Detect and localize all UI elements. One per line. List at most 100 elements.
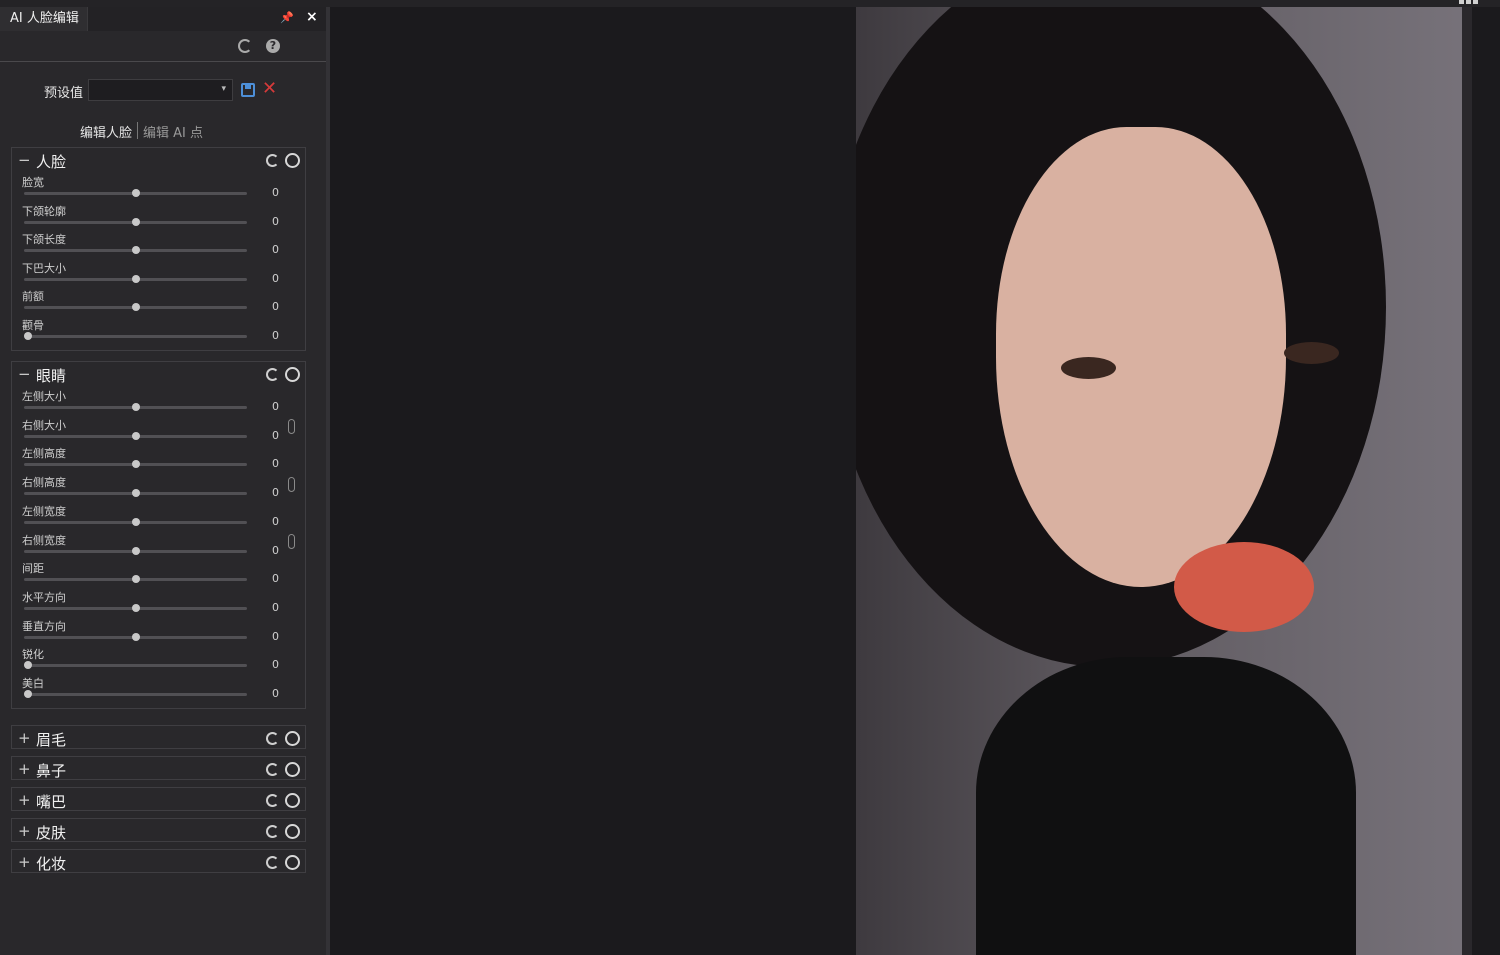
tab-edit-ai-points[interactable]: 编辑 AI 点: [143, 122, 203, 141]
preset-row: 预设值 ▾ ✕: [0, 62, 326, 118]
enable-toggle-icon[interactable]: [285, 824, 300, 839]
expand-icon[interactable]: +: [18, 760, 31, 778]
slider-row: 左侧高度 0: [12, 445, 305, 473]
slider-label: 下巴大小: [22, 261, 66, 275]
slider-knob[interactable]: [131, 632, 140, 641]
delete-preset-icon[interactable]: ✕: [262, 78, 277, 99]
slider-knob[interactable]: [131, 403, 140, 411]
reset-icon[interactable]: [266, 368, 279, 381]
slider-knob[interactable]: [131, 217, 140, 226]
slider-value: 0: [272, 687, 279, 700]
subtab-divider: [137, 122, 138, 139]
slider-label: 下颌长度: [22, 233, 66, 247]
section-header[interactable]: + 鼻子: [12, 757, 305, 781]
slider-knob[interactable]: [24, 690, 32, 698]
reset-icon[interactable]: [266, 825, 279, 838]
enable-toggle-icon[interactable]: [285, 855, 300, 870]
slider-label: 右侧大小: [22, 418, 66, 432]
expand-icon[interactable]: +: [18, 822, 31, 840]
help-icon[interactable]: ?: [266, 39, 280, 53]
link-icon[interactable]: [288, 534, 295, 550]
slider-value: 0: [272, 600, 279, 614]
slider-row: 间距 0: [12, 560, 305, 588]
slider-knob[interactable]: [131, 431, 140, 440]
slider-knob[interactable]: [131, 246, 140, 255]
slider-knob[interactable]: [131, 575, 140, 584]
slider-knob[interactable]: [131, 189, 140, 197]
edit-subtabs: 编辑人脸 编辑 AI 点: [0, 118, 326, 142]
preset-label: 预设值: [44, 86, 84, 101]
slider-knob[interactable]: [131, 517, 140, 526]
photo-lips: [1174, 542, 1314, 632]
slider-knob[interactable]: [131, 274, 140, 283]
expand-icon[interactable]: +: [18, 791, 31, 809]
slider-track[interactable]: [24, 664, 247, 668]
slider-knob[interactable]: [24, 332, 32, 340]
enable-toggle-icon[interactable]: [285, 793, 300, 808]
slider-row: 下颌长度 0: [12, 231, 305, 259]
slider-label: 脸宽: [22, 176, 44, 189]
slider-knob[interactable]: [131, 460, 140, 469]
slider-track[interactable]: [24, 693, 247, 696]
reset-icon[interactable]: [266, 732, 279, 745]
slider-label: 下颌轮廓: [22, 204, 66, 218]
reset-icon[interactable]: [266, 856, 279, 869]
expand-icon[interactable]: +: [18, 853, 31, 871]
panel-tabstrip: AI 人脸编辑 📌 ×: [0, 7, 326, 31]
preset-select[interactable]: ▾: [88, 79, 233, 101]
close-icon[interactable]: ×: [306, 9, 318, 25]
photo-face: [996, 127, 1286, 587]
slider-row: 垂直方向 0: [12, 618, 305, 646]
slider-knob[interactable]: [131, 489, 140, 498]
section-header[interactable]: − 眼睛: [12, 362, 305, 388]
section-header[interactable]: − 人脸: [12, 148, 305, 174]
panel-tab-title[interactable]: AI 人脸编辑: [0, 7, 88, 31]
slider-knob[interactable]: [131, 603, 140, 612]
tab-edit-face[interactable]: 编辑人脸: [80, 122, 132, 141]
section-6: + 化妆: [11, 849, 306, 873]
grip-icon[interactable]: [1459, 0, 1478, 4]
reset-icon[interactable]: [266, 154, 279, 167]
slider-label: 间距: [22, 562, 44, 576]
top-strip: [0, 0, 1500, 7]
save-preset-icon[interactable]: [241, 83, 255, 97]
slider-knob[interactable]: [131, 546, 140, 555]
link-icon[interactable]: [288, 476, 295, 492]
slider-value: 0: [272, 243, 279, 257]
slider-track[interactable]: [24, 335, 247, 338]
slider-value: 0: [272, 658, 279, 672]
refresh-icon[interactable]: [238, 39, 252, 53]
slider-row: 美白 0: [12, 675, 305, 703]
slider-value: 0: [272, 572, 279, 586]
slider-row: 颧骨 0: [12, 317, 305, 345]
section-header[interactable]: + 嘴巴: [12, 788, 305, 812]
enable-toggle-icon[interactable]: [285, 762, 300, 777]
photo-left-eye: [1061, 357, 1116, 379]
section-title: 鼻子: [36, 762, 67, 780]
slider-label: 左侧高度: [22, 447, 66, 461]
link-icon[interactable]: [288, 419, 295, 435]
reset-icon[interactable]: [266, 794, 279, 807]
reset-icon[interactable]: [266, 763, 279, 776]
section-3: + 鼻子: [11, 756, 306, 780]
slider-value: 0: [272, 329, 279, 342]
slider-knob[interactable]: [24, 661, 32, 670]
slider-row: 锐化 0: [12, 646, 305, 674]
pin-icon[interactable]: 📌: [280, 11, 294, 24]
section-header[interactable]: + 化妆: [12, 850, 305, 874]
expand-icon[interactable]: +: [18, 729, 31, 747]
collapse-icon[interactable]: −: [18, 151, 31, 169]
slider-value: 0: [272, 543, 279, 557]
photo-canvas[interactable]: [856, 7, 1472, 955]
slider-knob[interactable]: [131, 303, 140, 312]
slider-row: 下巴大小 0: [12, 260, 305, 288]
enable-toggle-icon[interactable]: [285, 153, 300, 168]
section-2: + 眉毛: [11, 725, 306, 749]
section-title: 眼睛: [36, 367, 67, 385]
enable-toggle-icon[interactable]: [285, 731, 300, 746]
section-header[interactable]: + 皮肤: [12, 819, 305, 843]
collapse-icon[interactable]: −: [18, 365, 31, 383]
section-header[interactable]: + 眉毛: [12, 726, 305, 750]
slider-value: 0: [272, 428, 279, 442]
enable-toggle-icon[interactable]: [285, 367, 300, 382]
